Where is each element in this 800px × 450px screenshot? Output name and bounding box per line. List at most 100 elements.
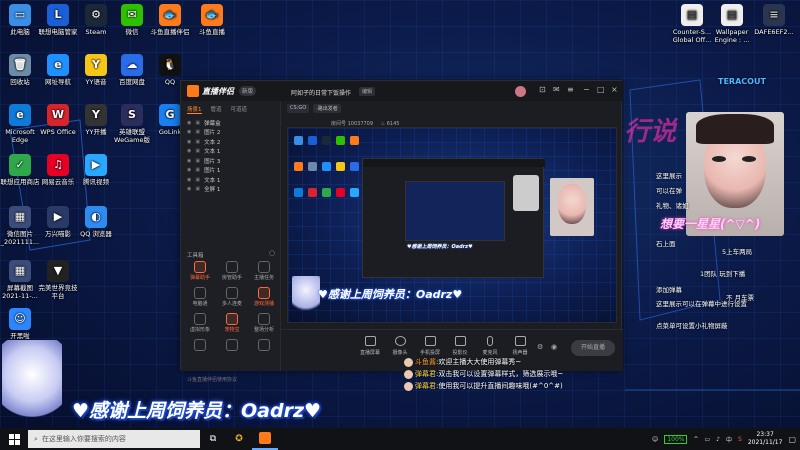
text-file[interactable]: ≡ DAFE6EF2... [752, 4, 796, 36]
search-icon: ⌕ [34, 434, 38, 443]
lock-icon[interactable]: ▣ [195, 177, 200, 183]
lock-icon[interactable]: ▣ [195, 158, 200, 164]
wallpaper-engine-file[interactable]: ▤ Wallpaper Engine : ... [710, 4, 754, 44]
screen-capture-button[interactable]: 直播屏幕 [355, 336, 385, 356]
menu-icon[interactable]: ≡ [567, 85, 574, 94]
layer-row[interactable]: ◉ ▣ 图片 1 [181, 166, 280, 176]
desktop-icon-douyu-companion[interactable]: 🐟 斗鱼直播伴侣 [148, 4, 192, 36]
game-tab[interactable]: CS:GO [287, 104, 310, 113]
lock-icon[interactable]: ▣ [195, 148, 200, 154]
version-chip[interactable]: 新版 [239, 86, 257, 96]
microphone-button[interactable]: 麦克风 [475, 336, 505, 356]
lock-icon[interactable]: ▣ [195, 129, 200, 135]
tool-button[interactable]: 电脑通 [185, 287, 215, 307]
desktop-icon-douyu-live[interactable]: 🐟 斗鱼直播 [190, 4, 234, 36]
edge-icon: e [9, 104, 31, 126]
chat-line: 斗鱼酱: 欢迎主播大大使用弹幕秀~ [404, 356, 624, 368]
record-icon[interactable]: ◉ [551, 343, 557, 351]
settings-gear-icon[interactable]: ⚙ [537, 343, 543, 351]
eye-icon[interactable]: ◉ [187, 148, 191, 154]
tab-scene[interactable]: 场景1 [187, 105, 202, 114]
shirt-icon[interactable]: ⊡ [539, 85, 546, 94]
eye-icon[interactable]: ◉ [187, 177, 191, 183]
tool-button[interactable]: 虚拟形象 [185, 313, 215, 333]
lock-icon[interactable]: ▣ [195, 167, 200, 173]
tool-button[interactable] [217, 339, 247, 352]
tab-pipe[interactable]: 管道 [211, 105, 222, 114]
desktop-icon-kaiheila[interactable]: ☺ 开黑啦 [0, 308, 42, 340]
start-button[interactable] [0, 428, 28, 450]
recycle-bin-icon: 🗑 [9, 54, 31, 76]
csgo-file[interactable]: ▤ Counter-S... Global Off... [670, 4, 714, 44]
layer-row[interactable]: ◉ ▣ 文本 1 [181, 147, 280, 157]
desktop-icon-tencent-video[interactable]: ▶ 腾讯视频 [74, 154, 118, 186]
eye-icon[interactable]: ◉ [187, 120, 191, 126]
volume-icon[interactable]: ♪ [716, 436, 720, 443]
taskbar-search-input[interactable]: ⌕ 在这里输入你要搜索的内容 [28, 430, 200, 448]
input-method[interactable]: 中 [726, 435, 732, 444]
chevron-up-icon[interactable]: ^ [693, 436, 698, 443]
layer-label: 文本 1 [204, 177, 221, 184]
overlay-text-line: 点菜单可设置小礼物屏蔽 [656, 322, 728, 330]
taskbar-csgo[interactable]: ✪ [226, 428, 252, 450]
tool-button[interactable]: 整场分析 [249, 313, 279, 333]
streaming-app-window[interactable]: 直播伴侣 新版 阿如子的日常下饭操作 编辑 ⊡ ✉ ≡ − □ × 场景1 管道… [180, 80, 623, 383]
people-icon[interactable]: ☺ [652, 436, 658, 443]
preview-app-icon [336, 136, 345, 145]
category-tab[interactable]: ·路出发者 [313, 104, 341, 113]
battery-indicator[interactable]: 100% [664, 434, 688, 444]
camera-button[interactable]: 摄像头 [385, 336, 415, 356]
douyu-logo-icon [187, 85, 199, 97]
app-brand: 直播伴侣 [202, 86, 234, 96]
eye-icon[interactable]: ◉ [187, 129, 191, 135]
layer-row[interactable]: ◉ ▣ 弹幕盒 [181, 118, 280, 128]
tool-button[interactable]: 弹幕助手 [185, 261, 215, 281]
toolbox-more-icon[interactable]: ○ [269, 249, 275, 257]
preview-app-icon [350, 188, 359, 197]
layer-row[interactable]: ◉ ▣ 文本 2 [181, 137, 280, 147]
minimize-icon[interactable]: − [583, 85, 590, 94]
desktop-icon-perfect-world[interactable]: ▼ 完美世界竞技平台 [36, 260, 80, 300]
network-icon[interactable]: ▭ [705, 436, 711, 443]
wechat-icon: ✉ [121, 4, 143, 26]
lock-icon[interactable]: ▣ [195, 186, 200, 192]
projector-button[interactable]: 投影仪 [445, 336, 475, 356]
sogou-icon[interactable]: S [738, 436, 742, 443]
tool-button[interactable] [249, 339, 279, 352]
edit-title-button[interactable]: 编辑 [359, 87, 376, 96]
tab-other[interactable]: 可道道 [231, 105, 248, 114]
layer-row[interactable]: ◉ ▣ 全屏 1 [181, 185, 280, 195]
tool-button[interactable]: 游戏测播 [249, 287, 279, 307]
layer-row[interactable]: ◉ ▣ 图片 2 [181, 128, 280, 138]
tool-button[interactable]: 主播任务 [249, 261, 279, 281]
notification-icon[interactable]: ▢ [788, 435, 796, 444]
eye-icon[interactable]: ◉ [187, 158, 191, 164]
taskbar-douyu[interactable] [252, 428, 278, 450]
eye-icon[interactable]: ◉ [187, 186, 191, 192]
agreement-link[interactable]: 斗鱼直播伴侣使用协议 [187, 376, 237, 383]
mail-icon[interactable]: ✉ [553, 85, 560, 94]
user-avatar[interactable] [515, 86, 526, 97]
preview-app-icon [322, 162, 331, 171]
lock-icon[interactable]: ▣ [195, 139, 200, 145]
tool-button[interactable]: 多人连麦 [217, 287, 247, 307]
tool-button[interactable]: 房管助手 [217, 261, 247, 281]
eye-icon[interactable]: ◉ [187, 139, 191, 145]
desktop-icon-qq-browser[interactable]: ◐ QQ 浏览器 [74, 206, 118, 238]
eye-icon[interactable]: ◉ [187, 167, 191, 173]
layer-row[interactable]: ◉ ▣ 文本 1 [181, 175, 280, 185]
maximize-icon[interactable]: □ [597, 85, 605, 94]
golink-icon: G [159, 104, 181, 126]
task-view-button[interactable]: ⧉ [200, 428, 226, 450]
stream-preview[interactable]: ♥感谢上周饲养员：Oadrz♥ ♥感谢上周饲养员：Oadrz♥ [287, 127, 617, 323]
room-info: 房间号 10037709 ♨ 6145 [331, 120, 399, 127]
close-icon[interactable]: × [611, 85, 618, 94]
lock-icon[interactable]: ▣ [195, 120, 200, 126]
clock[interactable]: 23:37 2021/11/17 [748, 431, 783, 447]
tool-button[interactable]: 宠物宝 [217, 313, 247, 333]
start-live-button[interactable]: 开始直播 [571, 340, 615, 356]
speaker-button[interactable]: 扬声器 [505, 336, 535, 356]
tool-button[interactable] [185, 339, 215, 352]
layer-row[interactable]: ◉ ▣ 图片 3 [181, 156, 280, 166]
phone-cast-button[interactable]: 手机投屏 [415, 336, 445, 356]
